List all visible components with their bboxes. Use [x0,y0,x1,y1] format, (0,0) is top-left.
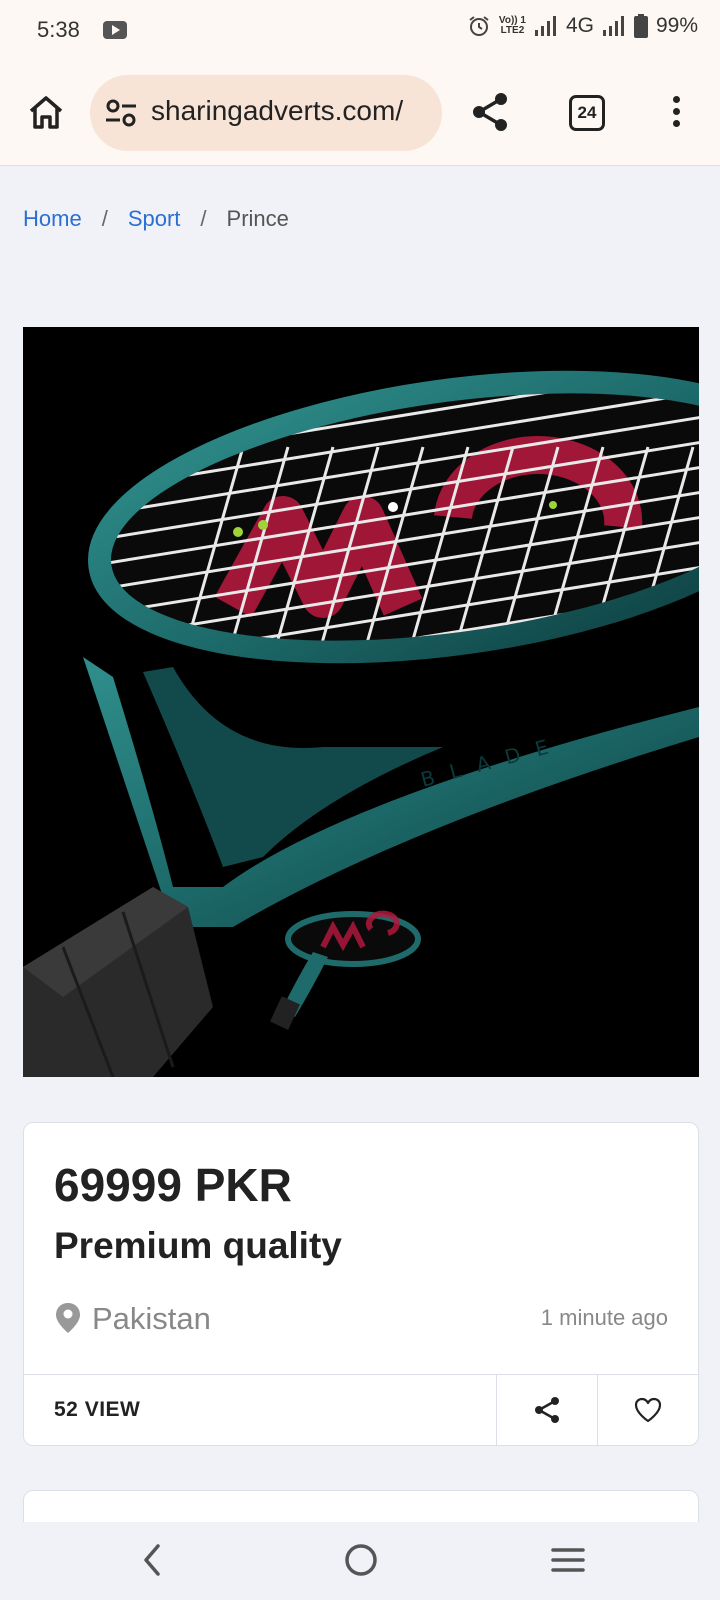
home-icon[interactable] [26,92,66,132]
status-time: 5:38 [37,17,80,42]
alarm-icon [469,16,489,36]
volte-indicator: Vo)) 1 LTE2 [498,15,526,36]
listing-footer: 52 VIEW [24,1374,698,1445]
battery-percent: 99% [655,14,698,37]
recent-apps-icon[interactable] [550,1542,586,1578]
browser-toolbar: sharingadverts.com/ 24 [0,62,720,166]
favorite-button[interactable] [597,1375,698,1445]
listing-title: Premium quality [54,1225,342,1266]
tab-count: 24 [577,103,597,122]
breadcrumb-separator: / [101,206,108,231]
tab-switcher-button[interactable]: 24 [569,95,605,131]
url-text[interactable]: sharingadverts.com/ [151,95,403,127]
location-pin-icon [56,1303,80,1333]
breadcrumb-separator: / [200,206,207,231]
view-count: 52 VIEW [54,1398,141,1421]
share-icon [535,1397,559,1423]
breadcrumb-current: Prince [226,206,289,231]
home-circle-icon[interactable] [343,1542,379,1578]
battery-icon [633,14,648,38]
breadcrumb-sport[interactable]: Sport [128,206,181,232]
tennis-racket-illustration: BLADE [23,355,699,1077]
signal-icon-2 [602,16,624,36]
overflow-menu-icon[interactable] [664,92,688,132]
breadcrumb: Home / Sport / Prince [23,206,289,232]
status-icons: Vo)) 1 LTE2 4G 99% [467,14,698,38]
listing-location: Pakistan [92,1301,211,1336]
breadcrumb-home[interactable]: Home [23,206,82,232]
site-settings-icon[interactable] [104,97,138,129]
heart-icon [634,1397,662,1423]
network-type: 4G [565,14,594,37]
share-listing-button[interactable] [496,1375,597,1445]
listing-card: 69999 PKR Premium quality Pakistan 1 min… [23,1122,699,1446]
listing-posted-time: 1 minute ago [540,1305,668,1330]
signal-icon [534,16,556,36]
product-image[interactable]: BLADE [23,327,699,1077]
address-bar[interactable]: sharingadverts.com/ [90,75,442,151]
youtube-notification-icon [103,21,127,39]
system-navigation-bar [0,1522,720,1600]
share-icon[interactable] [470,91,510,133]
back-icon[interactable] [140,1542,164,1578]
status-bar: 5:38 Vo)) 1 LTE2 4G 99% [0,0,720,62]
listing-price: 69999 PKR [54,1159,292,1211]
